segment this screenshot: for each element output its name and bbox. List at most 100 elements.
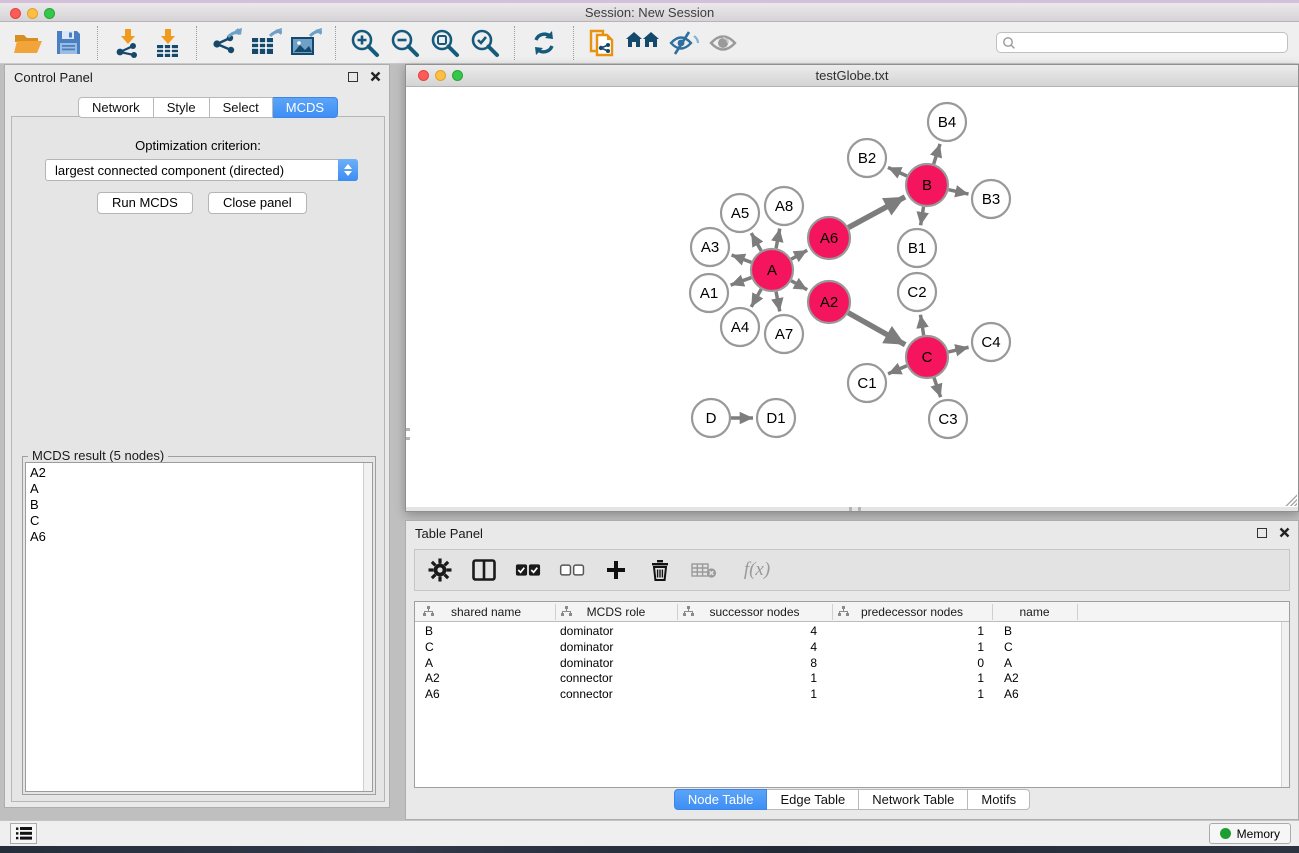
edge-B-B3[interactable] [948,190,968,194]
edge-C-C4[interactable] [948,347,968,352]
tab-network-table[interactable]: Network Table [859,789,968,810]
import-table-icon[interactable] [150,26,184,60]
search-input[interactable] [1016,34,1287,51]
add-column-icon[interactable] [603,557,629,583]
select-all-checkboxes-icon[interactable] [515,557,541,583]
network-canvas[interactable]: B4B2BB3A5A8A6A3B1AA1C2A2A4A7C4CC1C3DD1 [406,87,1298,507]
save-session-icon[interactable] [51,26,85,60]
float-panel-icon[interactable] [348,72,358,82]
tab-edge-table[interactable]: Edge Table [767,789,859,810]
optimization-criterion-select[interactable]: largest connected component (directed) [45,159,358,181]
zoom-in-icon[interactable] [348,26,382,60]
resize-handle-bottom[interactable] [849,507,861,511]
node-B[interactable]: B [906,164,948,206]
network-graph[interactable]: B4B2BB3A5A8A6A3B1AA1C2A2A4A7C4CC1C3DD1 [406,87,1298,507]
edge-C-C2[interactable] [920,315,923,336]
mcds-result-list[interactable]: A2ABCA6 [25,462,373,792]
result-item[interactable]: C [27,513,362,529]
run-mcds-button[interactable]: Run MCDS [97,192,193,214]
result-item[interactable]: B [27,497,362,513]
node-A1[interactable]: A1 [690,274,728,312]
function-builder-icon[interactable]: f(x) [735,557,779,583]
tab-motifs[interactable]: Motifs [968,789,1030,810]
node-C[interactable]: C [906,336,948,378]
search-field[interactable] [996,32,1288,53]
table-row[interactable]: Bdominator41B [415,624,1277,640]
node-D1[interactable]: D1 [757,399,795,437]
column-browser-icon[interactable] [471,557,497,583]
node-A[interactable]: A [751,249,793,291]
hide-graphics-details-icon[interactable] [666,26,700,60]
refresh-icon[interactable] [527,26,561,60]
edge-A-A1[interactable] [731,278,752,286]
zoom-selected-icon[interactable] [468,26,502,60]
node-A3[interactable]: A3 [691,228,729,266]
node-D[interactable]: D [692,399,730,437]
node-table[interactable]: shared nameMCDS rolesuccessor nodesprede… [414,601,1290,788]
result-item[interactable]: A [27,481,362,497]
table-scrollbar[interactable] [1281,622,1289,787]
edge-A-A6[interactable] [791,250,807,259]
edge-A-A4[interactable] [751,289,761,307]
result-list-scrollbar[interactable] [363,463,372,791]
edge-A-A2[interactable] [791,281,807,290]
resize-handle-left[interactable] [406,428,410,440]
import-network-icon[interactable] [110,26,144,60]
deselect-all-checkboxes-icon[interactable] [559,557,585,583]
export-network-icon[interactable] [209,26,243,60]
table-row[interactable]: Cdominator41C [415,640,1277,656]
node-C3[interactable]: C3 [929,400,967,438]
edge-C-C1[interactable] [888,366,907,374]
node-C1[interactable]: C1 [848,364,886,402]
node-A2[interactable]: A2 [808,281,850,323]
export-table-icon[interactable] [249,26,283,60]
task-history-button[interactable] [10,823,37,844]
resize-grip-icon[interactable] [1284,493,1297,506]
node-B1[interactable]: B1 [898,229,936,267]
delete-table-icon[interactable] [691,557,717,583]
settings-gear-icon[interactable] [427,557,453,583]
node-A5[interactable]: A5 [721,194,759,232]
node-B4[interactable]: B4 [928,103,966,141]
zoom-fit-icon[interactable] [428,26,462,60]
close-panel-button[interactable]: Close panel [208,192,307,214]
show-graphics-details-icon[interactable] [706,26,740,60]
open-session-icon[interactable] [11,26,45,60]
node-C2[interactable]: C2 [898,273,936,311]
delete-column-icon[interactable] [647,557,673,583]
column-header-shared-name[interactable]: shared name [417,602,555,622]
column-header-mcds-role[interactable]: MCDS role [555,602,677,622]
close-panel-icon[interactable] [370,71,381,82]
tab-network[interactable]: Network [78,97,154,118]
zoom-out-icon[interactable] [388,26,422,60]
node-C4[interactable]: C4 [972,323,1010,361]
edge-A6-B[interactable] [848,197,905,228]
edge-A2-C[interactable] [848,313,905,345]
tab-select[interactable]: Select [210,97,273,118]
edge-B-B4[interactable] [934,144,940,164]
column-header-successor-nodes[interactable]: successor nodes [677,602,832,622]
node-A7[interactable]: A7 [765,315,803,353]
tab-mcds[interactable]: MCDS [273,97,338,118]
edge-A-A7[interactable] [776,292,780,312]
column-header-predecessor-nodes[interactable]: predecessor nodes [832,602,992,622]
memory-button[interactable]: Memory [1209,823,1291,844]
result-item[interactable]: A2 [27,465,362,481]
edge-B-B1[interactable] [921,207,924,226]
node-B3[interactable]: B3 [972,180,1010,218]
edge-A-A3[interactable] [732,255,752,262]
result-item[interactable]: A6 [27,529,362,545]
table-row[interactable]: A2connector11A2 [415,671,1277,687]
float-panel-icon[interactable] [1257,528,1267,538]
export-image-icon[interactable] [289,26,323,60]
table-row[interactable]: Adominator80A [415,656,1277,672]
tab-node-table[interactable]: Node Table [674,789,768,810]
column-header-name[interactable]: name [992,602,1077,622]
close-panel-icon[interactable] [1279,527,1290,538]
edge-A-A5[interactable] [751,233,761,251]
node-A6[interactable]: A6 [808,217,850,259]
tab-style[interactable]: Style [154,97,210,118]
node-B2[interactable]: B2 [848,139,886,177]
table-row[interactable]: A6connector11A6 [415,687,1277,703]
edge-A-A8[interactable] [776,229,780,249]
